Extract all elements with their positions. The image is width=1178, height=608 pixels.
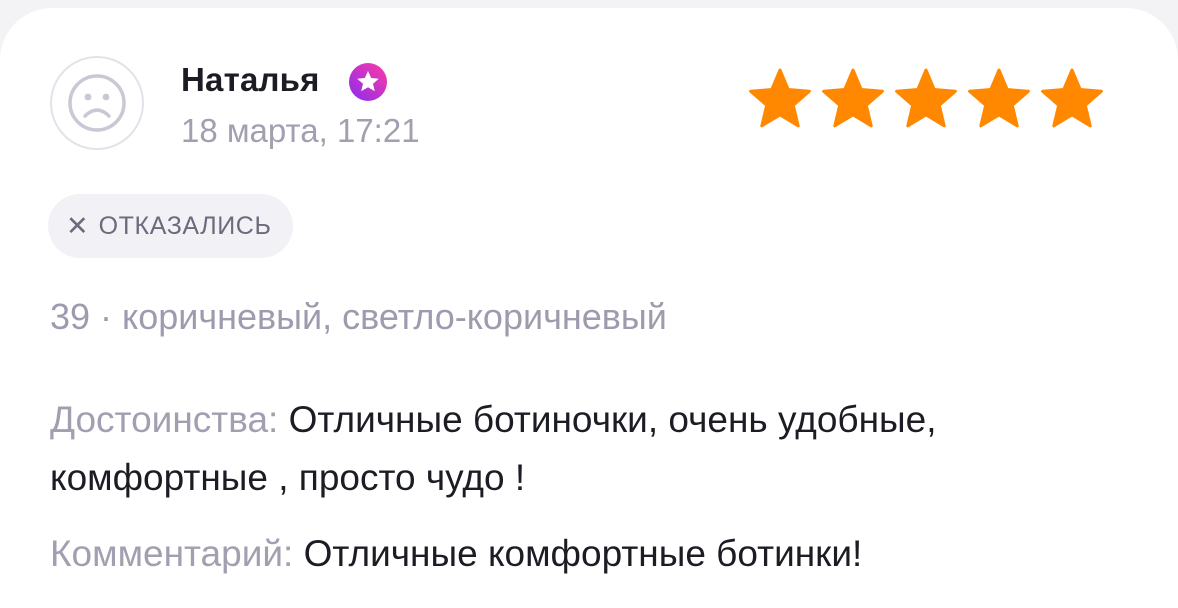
star-icon: [895, 68, 957, 128]
comment-section: Комментарий: Отличные комфортные ботинки…: [50, 525, 1140, 583]
rating-stars: [748, 68, 1104, 130]
sad-face-icon: [68, 74, 126, 132]
pros-section: Достоинства: Отличные ботиночки, очень у…: [50, 391, 1140, 507]
author-name[interactable]: Наталья: [181, 61, 320, 99]
star-icon: [822, 68, 884, 128]
close-icon: ✕: [66, 210, 89, 241]
avatar[interactable]: [50, 56, 144, 150]
star-badge-icon: [349, 63, 387, 101]
comment-text: Отличные комфортные ботинки!: [293, 533, 863, 574]
comment-label: Комментарий:: [50, 533, 294, 574]
status-label: ОТКАЗАЛИСЬ: [98, 211, 272, 240]
pros-label: Достоинства:: [50, 399, 279, 440]
status-badge: ✕ ОТКАЗАЛИСЬ: [48, 194, 294, 258]
star-icon: [1041, 68, 1103, 128]
review-card: Наталья 18 марта, 17:21 ✕ ОТКАЗАЛИСЬ 39 …: [0, 8, 1178, 608]
review-date: 18 марта, 17:21: [181, 112, 420, 149]
star-icon: [749, 68, 811, 128]
product-variant: 39 · коричневый, светло-коричневый: [50, 296, 667, 337]
star-icon: [968, 68, 1030, 128]
